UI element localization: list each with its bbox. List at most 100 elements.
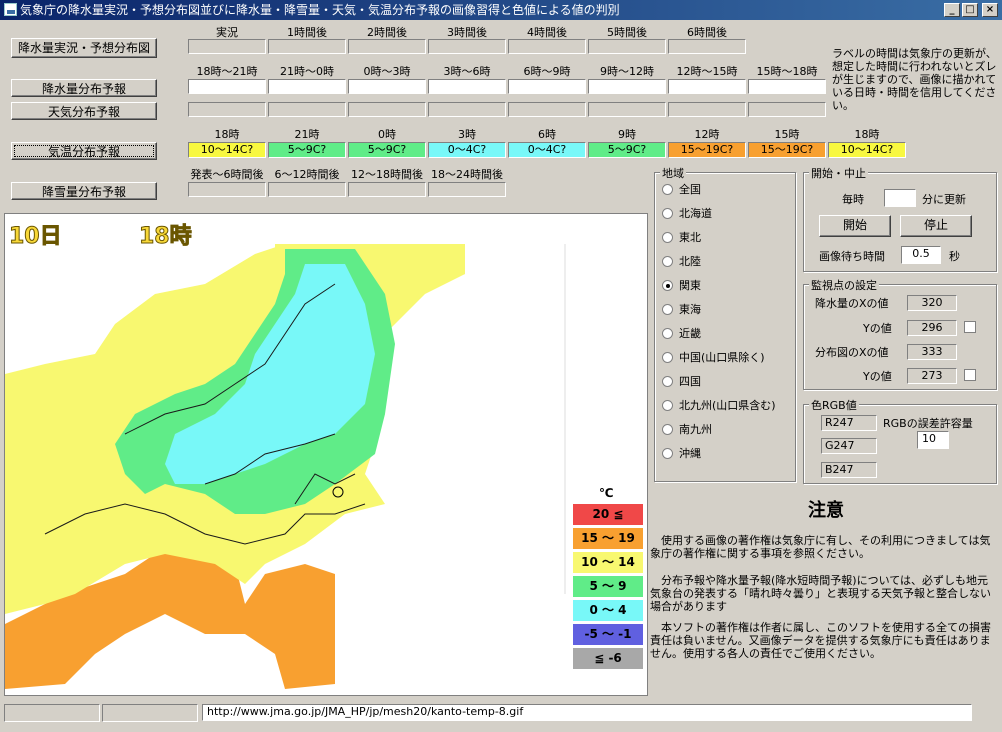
radio-button[interactable]: [662, 280, 673, 291]
dist-x-label: 分布図のXの値: [815, 346, 889, 359]
temp-header: 21時: [294, 128, 320, 141]
region-option[interactable]: 四国: [662, 374, 701, 390]
region-option-label: 北九州(山口県含む): [679, 399, 776, 412]
legend-item: 5 ～ 9: [573, 576, 643, 597]
dist-monitor-checkbox[interactable]: [964, 369, 976, 381]
temp-header: 0時: [378, 128, 396, 141]
update-minute-input[interactable]: [884, 189, 916, 207]
rgb-tolerance-input[interactable]: 10: [917, 431, 949, 449]
radio-button[interactable]: [662, 448, 673, 459]
region-option[interactable]: 全国: [662, 182, 701, 198]
image-wait-input[interactable]: 0.5: [901, 246, 941, 264]
monitor-group-title: 監視点の設定: [809, 277, 879, 293]
region-option-label: 近畿: [679, 327, 701, 340]
forecast-header: 0時～3時: [363, 65, 411, 78]
weather-cell: [588, 102, 666, 117]
region-option-label: 沖縄: [679, 447, 701, 460]
snow-cell: [268, 182, 346, 197]
region-option[interactable]: 関東: [662, 278, 701, 294]
precip-forecast-button[interactable]: 降水量分布予報: [11, 79, 157, 97]
snow-cell: [188, 182, 266, 197]
precip-header: 5時間後: [607, 26, 647, 39]
weather-cell: [348, 102, 426, 117]
snow-cell: [428, 182, 506, 197]
forecast-header: 12時～15時: [676, 65, 738, 78]
precip-header: 3時間後: [447, 26, 487, 39]
region-option[interactable]: 東海: [662, 302, 701, 318]
region-option-label: 全国: [679, 183, 701, 196]
snow-header: 6～12時間後: [274, 168, 340, 181]
legend-item: 10 ～ 14: [573, 552, 643, 573]
stop-button[interactable]: 停止: [900, 215, 972, 237]
radio-button[interactable]: [662, 208, 673, 219]
maximize-button[interactable]: □: [962, 3, 978, 17]
region-option[interactable]: 北陸: [662, 254, 701, 270]
temp-header: 18時: [214, 128, 240, 141]
start-button[interactable]: 開始: [819, 215, 891, 237]
region-option[interactable]: 北海道: [662, 206, 712, 222]
update-suffix-label: 分に更新: [922, 193, 966, 206]
radio-button[interactable]: [662, 400, 673, 411]
precip-forecast-cell: [508, 79, 586, 94]
snow-header: 18～24時間後: [431, 168, 503, 181]
radio-button[interactable]: [662, 424, 673, 435]
notice-disclaimer: 本ソフトの著作権は作者に属し、このソフトを使用する全ての損害責任は負いません。又…: [650, 621, 991, 660]
forecast-header: 9時～12時: [600, 65, 654, 78]
map-image: [5, 214, 647, 695]
region-option-label: 東北: [679, 231, 701, 244]
radio-button[interactable]: [662, 352, 673, 363]
temperature-map: 10日 18時 ℃ 20 ≦ 15 ～ 19 10 ～ 14 5 ～ 9 0 ～ 4 -5…: [4, 213, 648, 696]
region-option[interactable]: 沖縄: [662, 446, 701, 462]
precip-actual-button[interactable]: 降水量実況・予想分布図: [11, 38, 157, 58]
dist-y-label: Yの値: [863, 370, 892, 383]
region-option[interactable]: 南九州: [662, 422, 712, 438]
url-field[interactable]: http://www.jma.go.jp/JMA_HP/jp/mesh20/ka…: [202, 704, 972, 721]
status-panel-2: [102, 704, 198, 722]
temp-value-cell: 5～9C?: [268, 142, 346, 158]
radio-button[interactable]: [662, 256, 673, 267]
region-option[interactable]: 近畿: [662, 326, 701, 342]
temp-header: 15時: [774, 128, 800, 141]
legend-item: 15 ～ 19: [573, 528, 643, 549]
temp-value-cell: 15～19C?: [748, 142, 826, 158]
snow-forecast-button[interactable]: 降雪量分布予報: [11, 182, 157, 200]
status-panel-1: [4, 704, 100, 722]
precip-x-label: 降水量のXの値: [815, 297, 889, 310]
rgb-g-value: G247: [821, 438, 877, 454]
region-option[interactable]: 東北: [662, 230, 701, 246]
temp-value-cell: 10～14C?: [188, 142, 266, 158]
snow-header: 発表～6時間後: [190, 168, 264, 181]
legend-item: 20 ≦: [573, 504, 643, 525]
weather-cell: [188, 102, 266, 117]
radio-button[interactable]: [662, 232, 673, 243]
temp-header: 9時: [618, 128, 636, 141]
dist-x-value: 333: [907, 344, 957, 360]
weather-forecast-button[interactable]: 天気分布予報: [11, 102, 157, 120]
precip-header: 6時間後: [687, 26, 727, 39]
minimize-button[interactable]: _: [944, 3, 960, 17]
precip-y-label: Yの値: [863, 322, 892, 335]
radio-button[interactable]: [662, 304, 673, 315]
precip-cell: [508, 39, 586, 54]
temp-forecast-button[interactable]: 気温分布予報: [11, 142, 157, 160]
notice-forecast: 分布予報や降水量予報(降水短時間予報)については、必ずしも地元気象台の発表する「…: [650, 574, 991, 613]
region-option-label: 関東: [679, 279, 701, 292]
radio-button[interactable]: [662, 184, 673, 195]
precip-forecast-cell: [268, 79, 346, 94]
region-option-label: 南九州: [679, 423, 712, 436]
precip-cell: [588, 39, 666, 54]
image-wait-unit: 秒: [949, 250, 960, 263]
radio-button[interactable]: [662, 376, 673, 387]
temp-header: 18時: [854, 128, 880, 141]
region-option[interactable]: 北九州(山口県含む): [662, 398, 776, 414]
weather-cell: [428, 102, 506, 117]
notice-copyright: 使用する画像の著作権は気象庁に有し、その利用につきましては気象庁の著作権に関する…: [650, 534, 991, 560]
precip-monitor-checkbox[interactable]: [964, 321, 976, 333]
region-group-title: 地域: [660, 165, 686, 181]
forecast-header: 18時～21時: [196, 65, 258, 78]
precip-x-value: 320: [907, 295, 957, 311]
close-button[interactable]: ×: [982, 3, 998, 17]
radio-button[interactable]: [662, 328, 673, 339]
region-option[interactable]: 中国(山口県除く): [662, 350, 765, 366]
legend-unit: ℃: [599, 486, 614, 500]
